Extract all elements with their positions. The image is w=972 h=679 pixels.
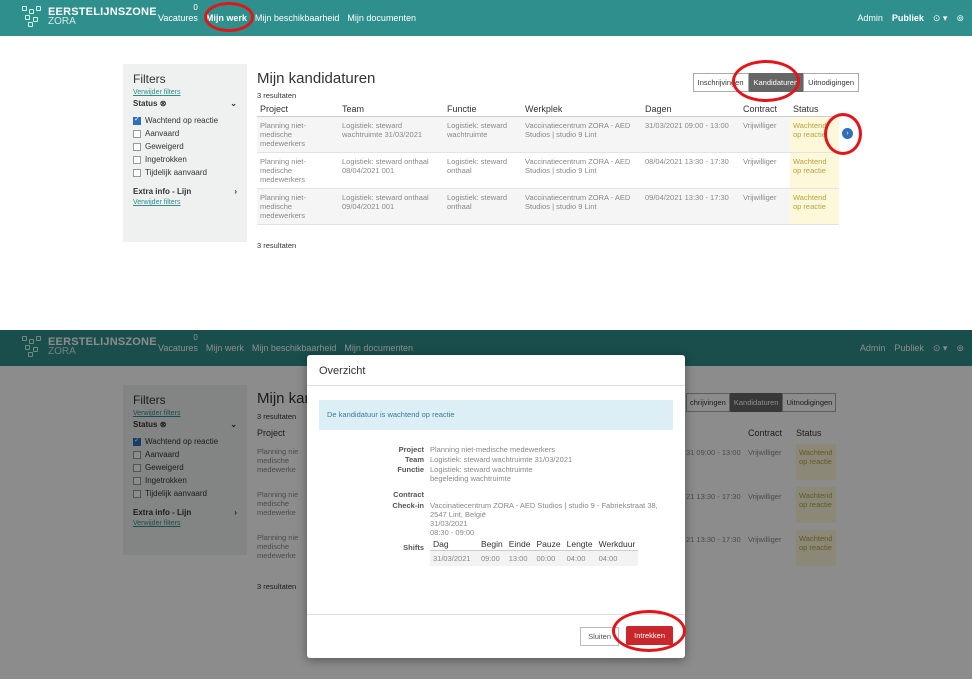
vacatures-badge: 0 [193, 3, 198, 12]
result-count-bottom: 3 resultaten [257, 241, 297, 250]
status-filter-label: Status [133, 99, 158, 108]
col-function[interactable]: Functie [444, 102, 522, 117]
table-row[interactable]: Planning niet-medische medewerkers Logist… [257, 116, 839, 153]
checkbox[interactable] [133, 168, 141, 177]
help-icon[interactable]: ⊙ ▾ [933, 13, 948, 24]
table-row[interactable]: Planning niet-medische medewerkers Logist… [257, 152, 839, 189]
highlight-ring-details [824, 113, 862, 155]
chevron-right-icon[interactable]: › [234, 187, 237, 196]
filter-option[interactable]: Wachtend op reactie [133, 115, 237, 125]
nav-beschikbaarheid[interactable]: Mijn beschikbaarheid [255, 13, 340, 23]
checkbox[interactable] [133, 129, 141, 138]
chevron-down-icon[interactable]: ⌄ [230, 99, 237, 108]
filter-option[interactable]: Ingetrokken [133, 155, 237, 164]
clear-filters-link[interactable]: Verwijder filters [133, 89, 237, 96]
brand[interactable]: EERSTELIJNSZONE ZORA [22, 6, 157, 28]
nav-admin[interactable]: Admin [857, 13, 883, 24]
highlight-ring-nav [204, 2, 254, 32]
settings-icon[interactable]: ⊚ [956, 13, 964, 24]
col-days[interactable]: Dagen [642, 102, 740, 117]
status-cell: Wachtend op reactie [790, 152, 839, 189]
highlight-ring-withdraw [612, 610, 686, 652]
filters-panel: Filters Verwijder filters Status ⊗ ⌄ Wach… [123, 64, 247, 242]
nav-documenten[interactable]: Mijn documenten [347, 13, 416, 23]
col-contract[interactable]: Contract [740, 102, 790, 117]
extra-info-label[interactable]: Extra info - Lijn [133, 187, 191, 196]
top-navbar: EERSTELIJNSZONE ZORA Vacatures 0 Mijn wer… [0, 0, 972, 36]
filter-option[interactable]: Geweigerd [133, 142, 237, 151]
highlight-ring-tab [732, 60, 800, 102]
filter-option[interactable]: Aanvaard [133, 129, 237, 138]
applications-table: Project Team Functie Werkplek Dagen Cont… [257, 102, 839, 225]
checkbox[interactable] [133, 155, 141, 164]
nav-publiek[interactable]: Publiek [892, 13, 924, 24]
col-team[interactable]: Team [339, 102, 444, 117]
status-cell: Wachtend op reactie [790, 188, 839, 225]
screenshot-applications-list: EERSTELIJNSZONE ZORA Vacatures 0 Mijn wer… [0, 0, 972, 300]
logo-icon [22, 6, 42, 28]
col-workplace[interactable]: Werkplek [522, 102, 642, 117]
filter-option[interactable]: Tijdelijk aanvaard [133, 168, 237, 177]
status-alert: De kandidatuur is wachtend op reactie [319, 400, 673, 430]
brand-sub: ZORA [48, 16, 76, 27]
col-status[interactable]: Status [790, 102, 839, 117]
clear-filters-link-2[interactable]: Verwijder filters [133, 199, 237, 206]
filters-title: Filters [133, 72, 166, 86]
shifts-table: Dag Begin Einde Pauze Lengte Werkduur 31/03/2… [430, 539, 639, 566]
modal-title: Overzicht [307, 355, 685, 386]
checkbox[interactable] [133, 142, 141, 151]
screenshot-overview-modal: EERSTELIJNSZONE ZORA Vacatures 0 Mijn wer… [0, 330, 972, 679]
table-row[interactable]: Planning niet-medische medewerkers Logist… [257, 188, 839, 225]
table-header: Project Team Functie Werkplek Dagen Cont… [257, 102, 839, 117]
nav-vacatures[interactable]: Vacatures 0 [158, 3, 198, 23]
checkbox-checked[interactable] [133, 115, 141, 125]
clear-status-icon[interactable]: ⊗ [160, 99, 167, 108]
col-project[interactable]: Project [257, 102, 339, 117]
tab-uitnodigingen[interactable]: Uitnodigingen [803, 73, 859, 92]
table-row: 31/03/2021 09:00 13:00 00:00 04:00 04:00 [430, 550, 639, 566]
